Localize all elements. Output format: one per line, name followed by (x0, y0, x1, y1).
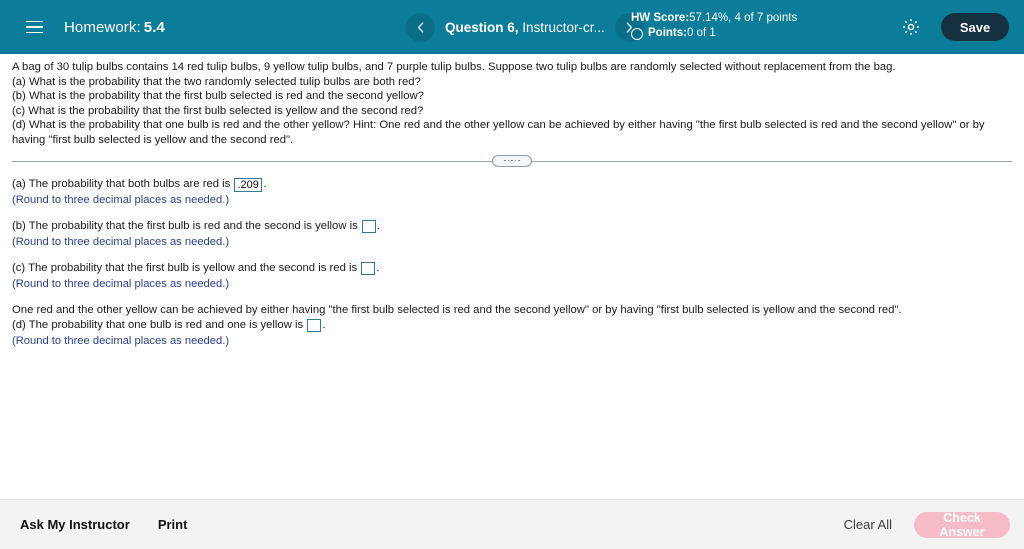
points-row: Points: 0 of 1 (631, 26, 797, 41)
toolbar-right-group: Clear All Check Answer (844, 511, 1010, 539)
answer-suffix-b: . (376, 220, 381, 233)
gear-icon[interactable] (901, 17, 921, 37)
prev-question-button[interactable] (406, 12, 435, 42)
check-answer-button[interactable]: Check Answer (914, 511, 1010, 539)
question-part-d: (d) What is the probability that one bul… (12, 119, 985, 146)
answer-line-a: (a) The probability that both bulbs are … (12, 177, 1012, 193)
current-question-type: Instructor-cr... (518, 19, 605, 35)
answer-prompt-d: (d) The probability that one bulb is red… (12, 319, 307, 332)
answer-input-a[interactable] (234, 177, 263, 192)
answer-line-d: (d) The probability that one bulb is red… (12, 318, 1012, 334)
hamburger-icon[interactable] (19, 12, 49, 42)
app-header: Homework: 5.4 Question 6, Instructor-cr..… (0, 0, 1024, 54)
chevron-left-icon (417, 21, 424, 33)
ask-my-instructor-button[interactable]: Ask My Instructor (20, 517, 130, 532)
print-button[interactable]: Print (158, 517, 188, 532)
bottom-toolbar: Ask My Instructor Print Clear All Check … (0, 499, 1024, 549)
hw-score-label: HW Score: (631, 12, 690, 24)
answer-input-c[interactable] (361, 262, 376, 276)
points-label: Points: (648, 27, 687, 39)
clear-all-button[interactable]: Clear All (844, 517, 892, 532)
answer-section: (a) The probability that both bulbs are … (0, 168, 1024, 349)
score-summary: HW Score: 57.14%, 4 of 7 points Points: … (631, 11, 797, 41)
round-note-d: (Round to three decimal places as needed… (12, 334, 230, 347)
question-part-a: (a) What is the probability that the two… (12, 75, 421, 88)
page-title: Homework: 5.4 (64, 19, 165, 36)
answer-hint-d: One red and the other yellow can be achi… (12, 303, 902, 316)
current-question-label: Question 6, Instructor-cr... (445, 20, 605, 35)
answer-input-d[interactable] (307, 319, 322, 333)
answer-group-a: (a) The probability that both bulbs are … (12, 177, 1012, 208)
answer-prompt-a: (a) The probability that both bulbs are … (12, 178, 234, 191)
round-note-a: (Round to three decimal places as needed… (12, 193, 230, 206)
answer-line-c: (c) The probability that the first bulb … (12, 261, 1012, 277)
hw-score-row: HW Score: 57.14%, 4 of 7 points (631, 11, 797, 26)
question-navigator: Question 6, Instructor-cr... (406, 0, 644, 54)
round-note-c: (Round to three decimal places as needed… (12, 277, 230, 290)
answer-prompt-b: (b) The probability that the first bulb … (12, 220, 361, 233)
answer-suffix-a: . (263, 178, 267, 191)
page-title-value: 5.4 (143, 18, 165, 36)
save-button[interactable]: Save (941, 13, 1009, 41)
question-part-b: (b) What is the probability that the fir… (12, 90, 424, 103)
answer-line-b: (b) The probability that the first bulb … (12, 219, 1012, 235)
points-value: 0 of 1 (686, 27, 716, 39)
round-note-b: (Round to three decimal places as needed… (12, 235, 230, 248)
toolbar-left-group: Ask My Instructor Print (20, 517, 187, 532)
answer-suffix-d: . (322, 319, 326, 332)
panel-divider (12, 154, 1012, 168)
hw-score-value: 57.14%, 4 of 7 points (689, 12, 798, 24)
question-part-c: (c) What is the probability that the fir… (12, 104, 424, 117)
question-intro: A bag of 30 tulip bulbs contains 14 red … (12, 61, 896, 73)
main-content: A bag of 30 tulip bulbs contains 14 red … (0, 54, 1024, 499)
answer-group-d: One red and the other yellow can be achi… (12, 303, 1012, 349)
homework-app: Homework: 5.4 Question 6, Instructor-cr..… (0, 0, 1024, 549)
answer-prompt-c: (c) The probability that the first bulb … (12, 262, 361, 275)
answer-group-b: (b) The probability that the first bulb … (12, 219, 1012, 250)
page-title-label: Homework: (64, 18, 141, 36)
current-question-number: Question 6, (445, 19, 519, 35)
question-statement: A bag of 30 tulip bulbs contains 14 red … (0, 54, 1024, 148)
drag-handle-icon[interactable] (492, 154, 532, 167)
points-circle-icon (631, 27, 643, 40)
answer-group-c: (c) The probability that the first bulb … (12, 261, 1012, 292)
answer-input-b[interactable] (361, 220, 376, 234)
answer-suffix-c: . (376, 262, 380, 275)
